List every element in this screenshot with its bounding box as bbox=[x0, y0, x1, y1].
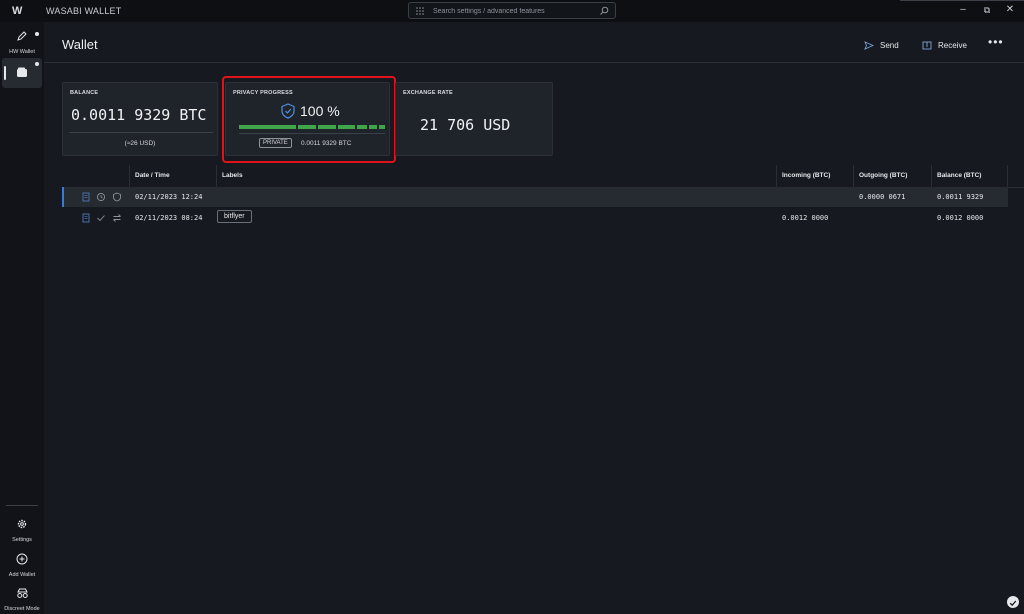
cell-balance: 0.0012 0000 bbox=[937, 214, 984, 222]
sidebar-divider bbox=[6, 505, 38, 506]
shield-icon bbox=[113, 192, 121, 202]
row-selection-indicator bbox=[62, 187, 64, 207]
sidebar-item-wallet[interactable] bbox=[2, 58, 42, 88]
main-content: Wallet Send Receive ••• BALANCE 0.0011 9… bbox=[44, 22, 1024, 614]
wallet-icon bbox=[17, 67, 27, 77]
sidebar-item-add-wallet[interactable]: Add Wallet bbox=[2, 552, 42, 578]
title-bar-divider bbox=[900, 0, 1024, 1]
cell-datetime: 02/11/2023 12:24 bbox=[135, 193, 203, 201]
active-indicator bbox=[4, 66, 6, 80]
exchange-rate-tile: EXCHANGE RATE 21 706 USD bbox=[395, 82, 553, 156]
balance-label: BALANCE bbox=[70, 90, 99, 96]
col-header-labels[interactable]: Labels bbox=[222, 172, 243, 179]
app-title: WASABI WALLET bbox=[46, 6, 122, 16]
sidebar-item-discreet-mode[interactable]: Discreet Mode bbox=[2, 586, 42, 612]
more-options-button[interactable]: ••• bbox=[988, 35, 1004, 49]
send-icon bbox=[864, 40, 874, 50]
exchange-rate-label: EXCHANGE RATE bbox=[403, 90, 453, 96]
balance-usd: (≈26 USD) bbox=[124, 140, 156, 147]
col-divider bbox=[1007, 165, 1008, 187]
send-button[interactable]: Send bbox=[864, 39, 899, 51]
col-divider bbox=[853, 165, 854, 187]
restore-icon[interactable]: ⧉ bbox=[978, 3, 996, 17]
highlight-box bbox=[222, 76, 396, 163]
notification-dot bbox=[35, 62, 39, 66]
send-label: Send bbox=[880, 40, 899, 50]
col-header-balance[interactable]: Balance (BTC) bbox=[937, 172, 981, 179]
col-divider bbox=[931, 165, 932, 187]
wasabi-logo-icon: W bbox=[12, 5, 23, 17]
minimize-icon[interactable]: – bbox=[954, 3, 972, 17]
plus-circle-icon bbox=[16, 553, 28, 565]
sidebar-item-label: HW Wallet bbox=[9, 49, 35, 55]
receive-label: Receive bbox=[938, 40, 967, 50]
exchange-rate-value: 21 706 USD bbox=[420, 116, 511, 134]
sidebar-item-settings[interactable]: Settings bbox=[2, 517, 42, 543]
check-icon bbox=[1009, 600, 1017, 607]
cell-incoming: 0.0012 0000 bbox=[782, 214, 829, 222]
table-row[interactable]: 02/11/2023 12:24 0.0000 0671 0.0011 9329 bbox=[62, 187, 1008, 207]
gear-icon bbox=[17, 519, 27, 529]
sidebar-item-hw-wallet[interactable]: HW Wallet bbox=[2, 28, 42, 56]
header-divider bbox=[44, 62, 1024, 63]
search-box[interactable] bbox=[408, 2, 616, 19]
label-tag[interactable]: bitflyer bbox=[217, 210, 252, 223]
grid-icon bbox=[416, 7, 424, 15]
notification-dot bbox=[35, 32, 39, 36]
document-icon[interactable] bbox=[81, 213, 91, 223]
balance-divider bbox=[69, 132, 213, 133]
search-icon[interactable] bbox=[599, 6, 609, 16]
incognito-icon bbox=[16, 588, 28, 598]
document-icon[interactable] bbox=[81, 192, 91, 202]
page-title: Wallet bbox=[62, 37, 98, 52]
clock-icon bbox=[96, 192, 106, 202]
title-bar: W WASABI WALLET – ⧉ ✕ bbox=[0, 0, 1024, 22]
balance-value: 0.0011 9329 BTC bbox=[71, 106, 207, 124]
receive-button[interactable]: Receive bbox=[922, 39, 967, 51]
sidebar-item-label: Discreet Mode bbox=[4, 606, 40, 612]
col-divider bbox=[776, 165, 777, 187]
close-icon[interactable]: ✕ bbox=[1001, 3, 1019, 17]
balance-tile: BALANCE 0.0011 9329 BTC (≈26 USD) bbox=[62, 82, 218, 156]
sidebar-item-label: Settings bbox=[12, 537, 32, 543]
col-divider bbox=[216, 165, 217, 187]
col-header-datetime[interactable]: Date / Time bbox=[135, 172, 170, 179]
table-row[interactable]: 02/11/2023 08:24 bitflyer 0.0012 0000 0.… bbox=[62, 208, 1008, 228]
sidebar: HW Wallet Settings Add Wallet Discreet M… bbox=[0, 22, 44, 614]
col-header-outgoing[interactable]: Outgoing (BTC) bbox=[859, 172, 907, 179]
receive-icon bbox=[922, 41, 932, 49]
cell-datetime: 02/11/2023 08:24 bbox=[135, 214, 203, 222]
col-divider bbox=[129, 165, 130, 187]
col-header-incoming[interactable]: Incoming (BTC) bbox=[782, 172, 830, 179]
transfer-arrows-icon bbox=[113, 214, 121, 222]
checkmark-icon bbox=[97, 215, 105, 222]
search-input[interactable] bbox=[433, 5, 593, 17]
cell-outgoing: 0.0000 0671 bbox=[859, 193, 906, 201]
sidebar-item-label: Add Wallet bbox=[8, 572, 36, 578]
status-ok-icon[interactable] bbox=[1007, 596, 1019, 608]
cell-balance: 0.0011 9329 bbox=[937, 193, 984, 201]
pen-icon bbox=[17, 31, 27, 41]
